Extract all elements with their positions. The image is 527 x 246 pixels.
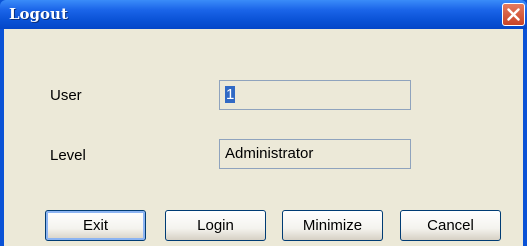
user-label: User xyxy=(50,87,82,104)
window-title: Logout xyxy=(9,5,68,23)
level-value: Administrator xyxy=(225,145,314,162)
cancel-button[interactable]: Cancel xyxy=(400,210,501,241)
user-field[interactable]: 1 xyxy=(219,80,411,110)
minimize-button[interactable]: Minimize xyxy=(282,210,383,241)
level-label: Level xyxy=(50,147,86,164)
dialog-body: User 1 Level Administrator Exit Login Mi… xyxy=(4,29,523,246)
exit-button[interactable]: Exit xyxy=(45,210,146,241)
level-field[interactable]: Administrator xyxy=(219,139,411,169)
close-button[interactable] xyxy=(502,3,525,26)
title-bar[interactable]: Logout xyxy=(0,0,527,29)
login-button[interactable]: Login xyxy=(165,210,266,241)
close-icon xyxy=(507,8,520,21)
logout-dialog: Logout User 1 Level Administrator Exit L… xyxy=(0,0,527,246)
user-value: 1 xyxy=(225,86,236,103)
